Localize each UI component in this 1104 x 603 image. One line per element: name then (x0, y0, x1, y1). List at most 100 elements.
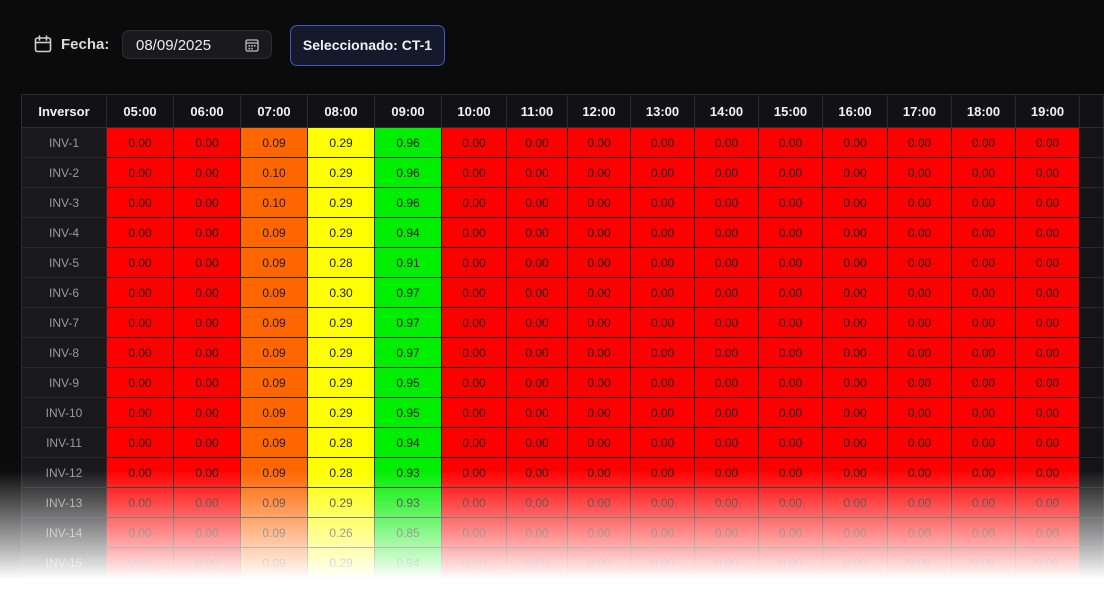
heatmap-cell[interactable]: 0.00 (758, 217, 823, 248)
column-header-hour[interactable]: 07:00 (240, 94, 308, 128)
heatmap-cell[interactable]: 0.00 (106, 127, 174, 158)
heatmap-cell[interactable]: 0.00 (506, 457, 568, 488)
heatmap-cell[interactable]: 0.00 (694, 427, 759, 458)
column-header-hour[interactable]: 09:00 (374, 94, 442, 128)
inverter-name[interactable]: INV-12 (21, 457, 107, 488)
heatmap-cell[interactable]: 0.00 (758, 187, 823, 218)
heatmap-cell[interactable]: 0.00 (630, 487, 695, 518)
heatmap-cell[interactable]: 0.00 (1015, 517, 1080, 548)
heatmap-cell[interactable]: 0.00 (567, 547, 631, 578)
heatmap-cell[interactable]: 0.00 (758, 127, 823, 158)
heatmap-cell[interactable]: 0.00 (758, 337, 823, 368)
heatmap-cell[interactable]: 0.00 (951, 397, 1016, 428)
heatmap-cell[interactable]: 0.29 (307, 217, 375, 248)
heatmap-cell[interactable]: 0.00 (441, 127, 507, 158)
heatmap-cell[interactable]: 0.00 (951, 337, 1016, 368)
inverter-name[interactable]: INV-1 (21, 127, 107, 158)
column-header-hour[interactable]: 12:00 (567, 94, 631, 128)
heatmap-cell[interactable]: 0.00 (106, 187, 174, 218)
heatmap-cell[interactable]: 0.00 (758, 307, 823, 338)
heatmap-cell[interactable]: 0.00 (1015, 247, 1080, 278)
heatmap-cell[interactable]: 0.00 (951, 517, 1016, 548)
heatmap-cell[interactable]: 0.00 (441, 187, 507, 218)
heatmap-table-container[interactable]: Inversor 05:00 06:00 07:00 08:00 09:00 10:00 11… (21, 94, 1104, 603)
heatmap-cell[interactable]: 0.00 (630, 187, 695, 218)
heatmap-cell[interactable]: 0.00 (106, 397, 174, 428)
heatmap-cell[interactable]: 0.10 (240, 187, 308, 218)
heatmap-cell[interactable]: 0.00 (506, 217, 568, 248)
heatmap-cell[interactable]: 0.00 (758, 487, 823, 518)
heatmap-cell[interactable]: 0.00 (887, 187, 952, 218)
inverter-name[interactable]: INV-14 (21, 517, 107, 548)
column-header-hour[interactable]: 17:00 (887, 94, 952, 128)
heatmap-cell[interactable]: 0.00 (822, 217, 888, 248)
heatmap-cell[interactable]: 0.00 (106, 517, 174, 548)
heatmap-cell[interactable]: 0.29 (307, 307, 375, 338)
heatmap-cell[interactable]: 0.00 (506, 337, 568, 368)
heatmap-cell[interactable]: 0.00 (1015, 307, 1080, 338)
heatmap-cell[interactable]: 0.00 (1015, 487, 1080, 518)
heatmap-cell[interactable]: 0.00 (1015, 127, 1080, 158)
heatmap-cell[interactable]: 0.00 (441, 217, 507, 248)
column-header-hour[interactable]: 16:00 (822, 94, 888, 128)
heatmap-cell[interactable]: 0.96 (374, 187, 442, 218)
heatmap-cell[interactable]: 0.00 (173, 427, 241, 458)
heatmap-cell[interactable]: 0.00 (567, 277, 631, 308)
heatmap-cell[interactable]: 0.00 (567, 457, 631, 488)
heatmap-cell[interactable]: 0.00 (441, 277, 507, 308)
heatmap-cell[interactable]: 0.00 (506, 367, 568, 398)
heatmap-cell[interactable]: 0.00 (822, 157, 888, 188)
heatmap-cell[interactable]: 0.00 (506, 307, 568, 338)
heatmap-cell[interactable]: 0.10 (240, 157, 308, 188)
heatmap-cell[interactable]: 0.29 (307, 337, 375, 368)
heatmap-cell[interactable]: 0.00 (887, 367, 952, 398)
heatmap-cell[interactable]: 0.00 (630, 517, 695, 548)
date-input[interactable]: 08/09/2025 (122, 30, 272, 59)
date-picker-icon[interactable] (245, 38, 259, 52)
heatmap-cell[interactable]: 0.09 (240, 547, 308, 578)
heatmap-cell[interactable]: 0.00 (630, 307, 695, 338)
heatmap-cell[interactable]: 0.97 (374, 307, 442, 338)
heatmap-cell[interactable]: 0.00 (822, 547, 888, 578)
heatmap-cell[interactable]: 0.29 (307, 127, 375, 158)
heatmap-cell[interactable]: 0.00 (506, 127, 568, 158)
heatmap-cell[interactable]: 0.00 (694, 217, 759, 248)
heatmap-cell[interactable]: 0.00 (694, 157, 759, 188)
heatmap-cell[interactable]: 0.29 (307, 547, 375, 578)
heatmap-cell[interactable]: 0.09 (240, 307, 308, 338)
heatmap-cell[interactable]: 0.28 (307, 457, 375, 488)
heatmap-cell[interactable]: 0.96 (374, 157, 442, 188)
heatmap-cell[interactable]: 0.00 (506, 277, 568, 308)
heatmap-cell[interactable]: 0.00 (630, 367, 695, 398)
heatmap-cell[interactable]: 0.00 (822, 127, 888, 158)
heatmap-cell[interactable]: 0.00 (441, 247, 507, 278)
heatmap-cell[interactable]: 0.00 (822, 337, 888, 368)
heatmap-cell[interactable]: 0.00 (887, 337, 952, 368)
heatmap-cell[interactable]: 0.00 (694, 127, 759, 158)
heatmap-cell[interactable]: 0.00 (951, 547, 1016, 578)
heatmap-cell[interactable]: 0.94 (374, 217, 442, 248)
heatmap-cell[interactable]: 0.00 (694, 397, 759, 428)
heatmap-cell[interactable]: 0.00 (1015, 157, 1080, 188)
column-header-hour[interactable]: 05:00 (106, 94, 174, 128)
heatmap-cell[interactable]: 0.85 (374, 517, 442, 548)
heatmap-cell[interactable]: 0.09 (240, 427, 308, 458)
heatmap-cell[interactable]: 0.00 (758, 547, 823, 578)
heatmap-cell[interactable]: 0.26 (307, 517, 375, 548)
heatmap-cell[interactable]: 0.00 (694, 517, 759, 548)
heatmap-cell[interactable]: 0.00 (567, 127, 631, 158)
heatmap-cell[interactable]: 0.00 (106, 217, 174, 248)
heatmap-cell[interactable]: 0.00 (506, 427, 568, 458)
heatmap-cell[interactable]: 0.00 (441, 307, 507, 338)
heatmap-cell[interactable]: 0.00 (887, 427, 952, 458)
heatmap-cell[interactable]: 0.00 (567, 517, 631, 548)
heatmap-cell[interactable]: 0.09 (240, 487, 308, 518)
heatmap-cell[interactable]: 0.00 (173, 127, 241, 158)
heatmap-cell[interactable]: 0.00 (441, 517, 507, 548)
heatmap-cell[interactable]: 0.00 (758, 247, 823, 278)
heatmap-cell[interactable]: 0.00 (106, 367, 174, 398)
heatmap-cell[interactable]: 0.00 (106, 547, 174, 578)
heatmap-cell[interactable]: 0.00 (630, 397, 695, 428)
heatmap-cell[interactable]: 0.09 (240, 367, 308, 398)
selected-badge[interactable]: Seleccionado: CT-1 (290, 25, 445, 66)
